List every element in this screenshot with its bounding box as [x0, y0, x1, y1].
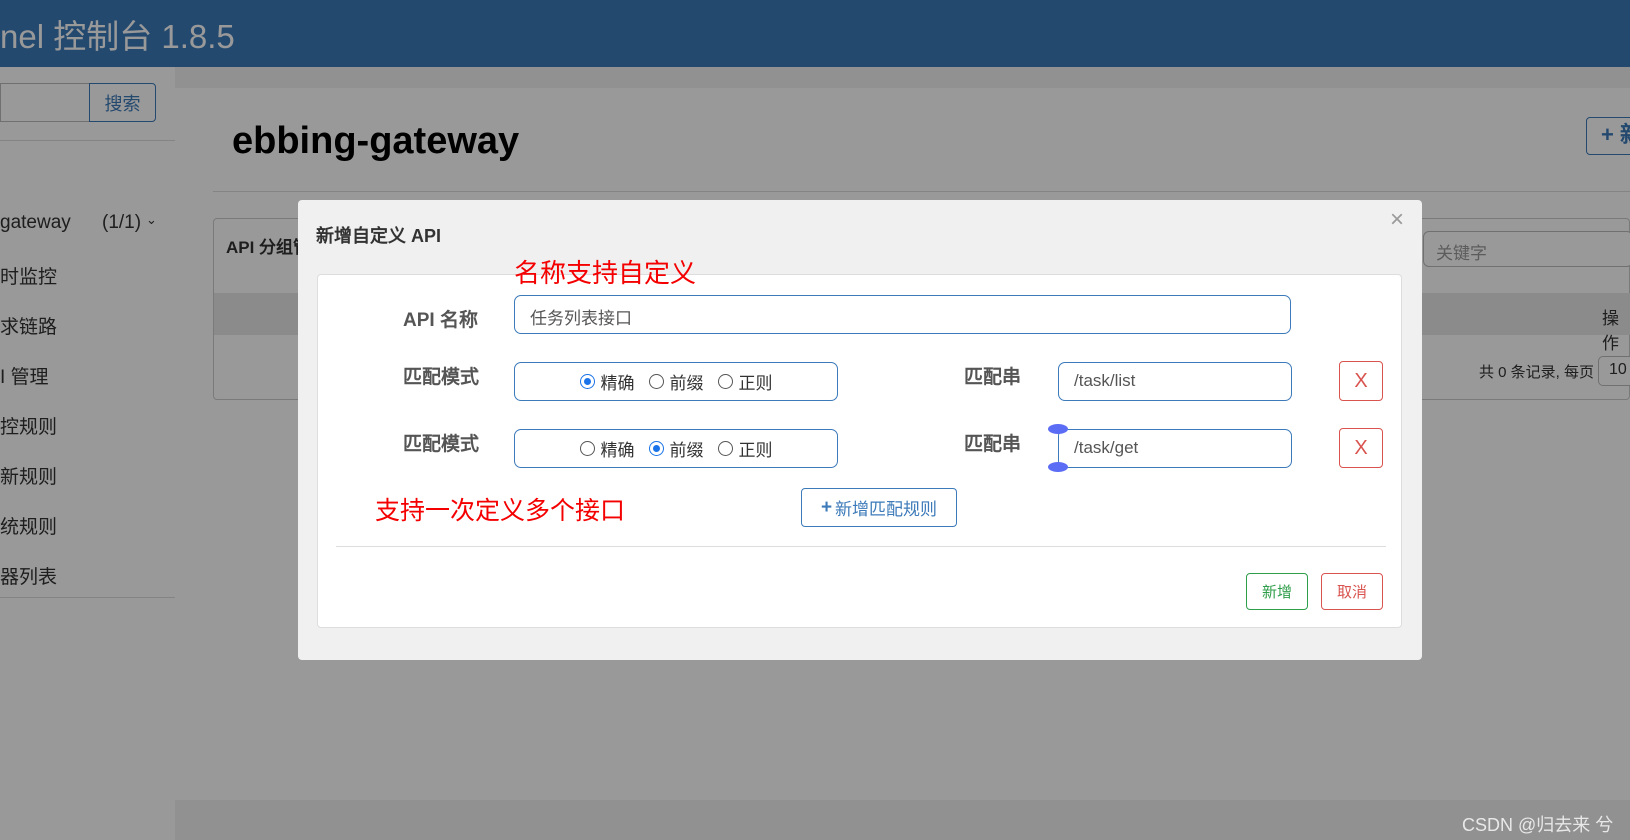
close-icon[interactable]: ×: [1390, 206, 1404, 234]
match-mode-group: 精确 前缀 正则: [514, 429, 838, 468]
dialog-divider: [336, 546, 1386, 547]
radio-checked-icon[interactable]: [648, 441, 664, 456]
dialog-body: 名称支持自定义 API 名称 任务列表接口 匹配模式 精确 前缀 正则 匹配串 …: [317, 258, 1402, 628]
radio-checked-icon[interactable]: [579, 374, 595, 389]
match-mode-group: 精确 前缀 正则: [514, 362, 838, 401]
radio-prefix[interactable]: 前缀: [648, 369, 704, 394]
radio-unchecked-icon[interactable]: [579, 441, 595, 456]
radio-unchecked-icon[interactable]: [717, 441, 733, 456]
api-name-label: API 名称: [403, 310, 478, 331]
radio-regex[interactable]: 正则: [717, 369, 773, 394]
radio-unchecked-icon[interactable]: [648, 374, 664, 389]
pattern-label: 匹配串: [964, 367, 1022, 388]
pattern-label: 匹配串: [964, 434, 1022, 455]
text-selection-handle-icon[interactable]: [1048, 424, 1068, 434]
submit-button[interactable]: 新增: [1246, 573, 1308, 610]
radio-regex[interactable]: 正则: [717, 436, 773, 461]
radio-exact[interactable]: 精确: [579, 369, 635, 394]
text-selection-handle-icon[interactable]: [1048, 462, 1068, 472]
radio-prefix[interactable]: 前缀: [648, 436, 704, 461]
api-name-input[interactable]: 任务列表接口: [514, 295, 1291, 334]
add-match-rule-button[interactable]: + 新增匹配规则: [801, 488, 957, 527]
radio-exact[interactable]: 精确: [579, 436, 635, 461]
delete-rule-button[interactable]: X: [1339, 361, 1383, 401]
annotation-multi-api: 支持一次定义多个接口: [375, 497, 626, 525]
match-mode-label: 匹配模式: [403, 434, 480, 455]
annotation-name-custom: 名称支持自定义: [514, 258, 697, 288]
pattern-input[interactable]: /task/get: [1058, 429, 1292, 468]
add-custom-api-dialog: 新增自定义 API × 名称支持自定义 API 名称 任务列表接口 匹配模式 精…: [298, 200, 1422, 660]
cancel-button[interactable]: 取消: [1321, 573, 1383, 610]
watermark: CSDN @归去来 兮: [1462, 815, 1614, 835]
dialog-title: 新增自定义 API: [316, 226, 442, 246]
match-mode-label: 匹配模式: [403, 367, 480, 388]
plus-icon: +: [820, 496, 833, 518]
pattern-input[interactable]: /task/list: [1058, 362, 1292, 401]
radio-unchecked-icon[interactable]: [717, 374, 733, 389]
delete-rule-button[interactable]: X: [1339, 428, 1383, 468]
